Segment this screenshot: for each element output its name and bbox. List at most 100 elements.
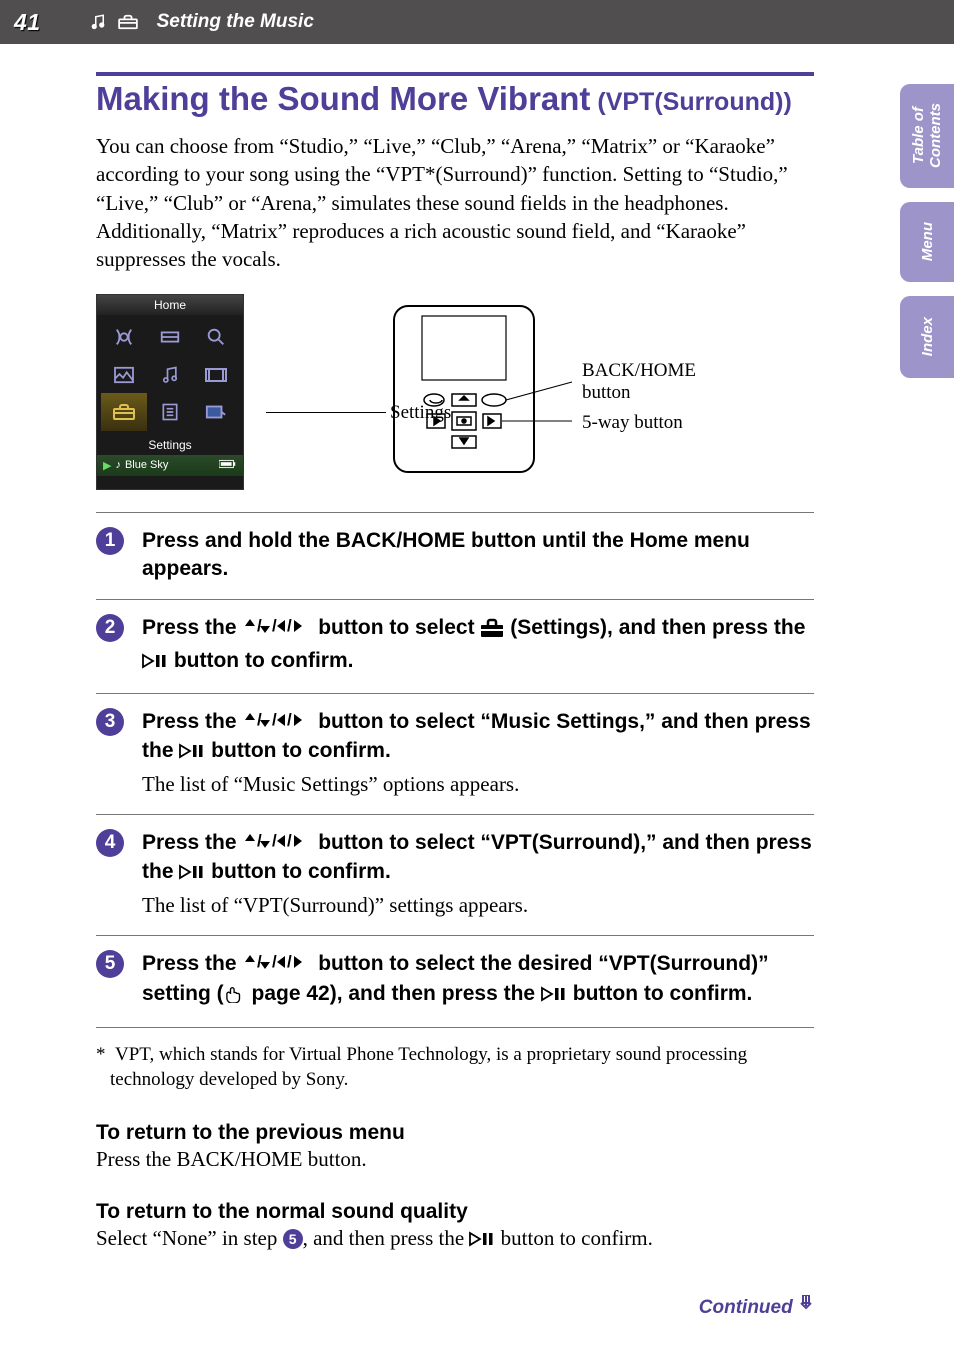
svg-text:/: / [287,953,292,971]
inline-step-5: 5 [283,1229,303,1249]
radio-icon [113,326,135,348]
step-num-1: 1 [96,527,124,555]
play-pause-icon [179,741,205,764]
step-3-body: The list of “Music Settings” options app… [142,770,814,798]
rn-mid: , and then press the [303,1226,470,1250]
header-bar: 41 Setting the Music [0,0,954,44]
step-4-body: The list of “VPT(Surround)” settings app… [142,891,814,919]
screen-caption: Settings [97,435,243,455]
play-pause-icon [179,862,205,885]
s5-page: page 42), and then press the [246,982,541,1005]
steps-end-rule [96,1027,814,1028]
play-icon-tiny: ▶ [103,459,111,472]
tab-menu-label: Menu [919,206,936,277]
footnote: * VPT, which stands for Virtual Phone Te… [96,1042,814,1093]
tab-index-label: Index [919,301,936,372]
intro-paragraph: You can choose from “Studio,” “Live,” “C… [96,132,814,274]
hand-pointer-icon [224,983,246,1011]
continued-indicator: Continued [96,1295,814,1319]
s2-pre: Press the [142,616,242,639]
page-number: 41 [14,9,41,36]
return-prev-heading: To return to the previous menu [96,1121,814,1145]
return-normal-heading: To return to the normal sound quality [96,1200,814,1224]
main-heading-sub: (VPT(Surround)) [590,88,791,116]
play-pause-icon [541,984,567,1007]
s2-end: button to confirm. [168,649,353,672]
dpad-icon: /// [242,951,312,979]
main-heading-row: Making the Sound More Vibrant (VPT(Surro… [96,80,814,118]
step-5: 5 Press the /// button to select the des… [96,935,814,1027]
s3-end: button to confirm. [205,739,390,762]
step-num-2: 2 [96,614,124,642]
now-playing-bar: ▶ ♪ Blue Sky [97,455,243,476]
dpad-icon: /// [242,830,312,858]
step-num-4: 4 [96,829,124,857]
step-num-3: 3 [96,708,124,736]
heading-rule [96,72,814,76]
step-4-head: Press the /// button to select “VPT(Surr… [142,829,814,889]
device-home-screen: Home Settings ▶ ♪ Blue Sky [96,294,244,490]
step-3: 3 Press the /// button to select “Music … [96,693,814,814]
s2-mid: button to select [312,616,480,639]
svg-text:/: / [272,953,277,971]
s5-end: button to confirm. [567,982,752,1005]
play-pause-icon [142,651,168,674]
side-tabs: Table of Contents Menu Index [900,84,954,378]
battery-icon [219,459,237,472]
tab-toc-label: Table of Contents [910,84,944,188]
main-content: Making the Sound More Vibrant (VPT(Surro… [0,44,954,1319]
step-3-head: Press the /// button to select “Music Se… [142,708,814,768]
dpad-icon: /// [242,709,312,737]
svg-text:/: / [287,617,292,635]
toolbox-icon [117,14,139,30]
step-2: 2 Press the /// button to select (Settin… [96,599,814,693]
continued-label: Continued [699,1297,793,1318]
step-2-head: Press the /// button to select (Settings… [142,614,814,677]
section-title: Setting the Music [157,11,314,33]
figures-row: Home Settings ▶ ♪ Blue Sky [96,294,814,490]
svg-text:/: / [272,617,277,635]
return-normal-text: Select “None” in step 5, and then press … [96,1226,814,1253]
steps-list: 1 Press and hold the BACK/HOME button un… [96,512,814,1028]
tab-index[interactable]: Index [900,296,954,378]
header-icons [89,13,139,31]
s3-pre: Press the [142,710,242,733]
step-5-head: Press the /// button to select the desir… [142,950,814,1011]
search-icon-small [205,326,227,348]
svg-text:/: / [287,832,292,850]
device-outline [384,304,574,474]
tab-table-of-contents[interactable]: Table of Contents [900,84,954,188]
photo-icon [113,366,135,384]
return-prev-text: Press the BACK/HOME button. [96,1147,814,1172]
video-icon [204,367,228,383]
svg-text:/: / [272,711,277,729]
shuffle-icon [205,404,227,420]
step-1-head: Press and hold the BACK/HOME button unti… [142,527,814,584]
device-diagram: BACK/HOME button 5-way button [384,304,574,479]
step-num-5: 5 [96,950,124,978]
svg-text:/: / [272,832,277,850]
s4-end: button to confirm. [205,860,390,883]
tab-menu[interactable]: Menu [900,202,954,282]
toolbox-inline-icon [480,618,504,646]
dpad-icon: /// [242,615,312,643]
note-tiny: ♪ [115,459,121,471]
main-heading: Making the Sound More Vibrant [96,80,590,117]
step-4: 4 Press the /// button to select “VPT(Su… [96,814,814,935]
play-pause-icon [469,1228,495,1252]
svg-text:/: / [287,711,292,729]
step-1: 1 Press and hold the BACK/HOME button un… [96,512,814,600]
continued-arrow-icon [798,1297,814,1318]
screen-title: Home [97,295,243,315]
s4-pre: Press the [142,831,242,854]
settings-toolbox-icon [112,403,136,421]
s5-pre: Press the [142,952,242,975]
music-icon-small [160,365,180,385]
rn-end: button to confirm. [495,1226,652,1250]
label-five-way: 5-way button [582,412,742,434]
list-icon [160,402,180,422]
s2-post: (Settings), and then press the [504,616,805,639]
label-back-home: BACK/HOME button [582,360,722,404]
music-note-icon [89,13,107,31]
rn-pre: Select “None” in step [96,1226,283,1250]
